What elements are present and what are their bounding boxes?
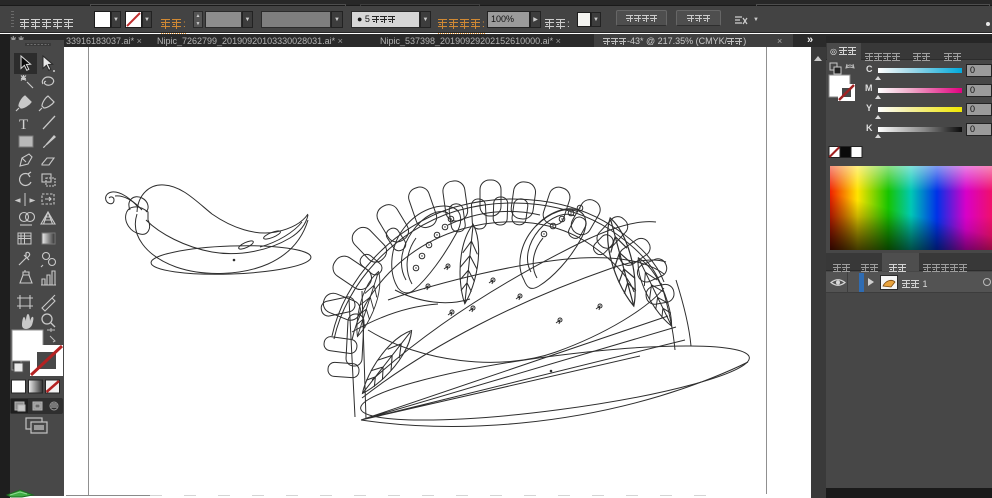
svg-text:T: T [19, 117, 28, 133]
